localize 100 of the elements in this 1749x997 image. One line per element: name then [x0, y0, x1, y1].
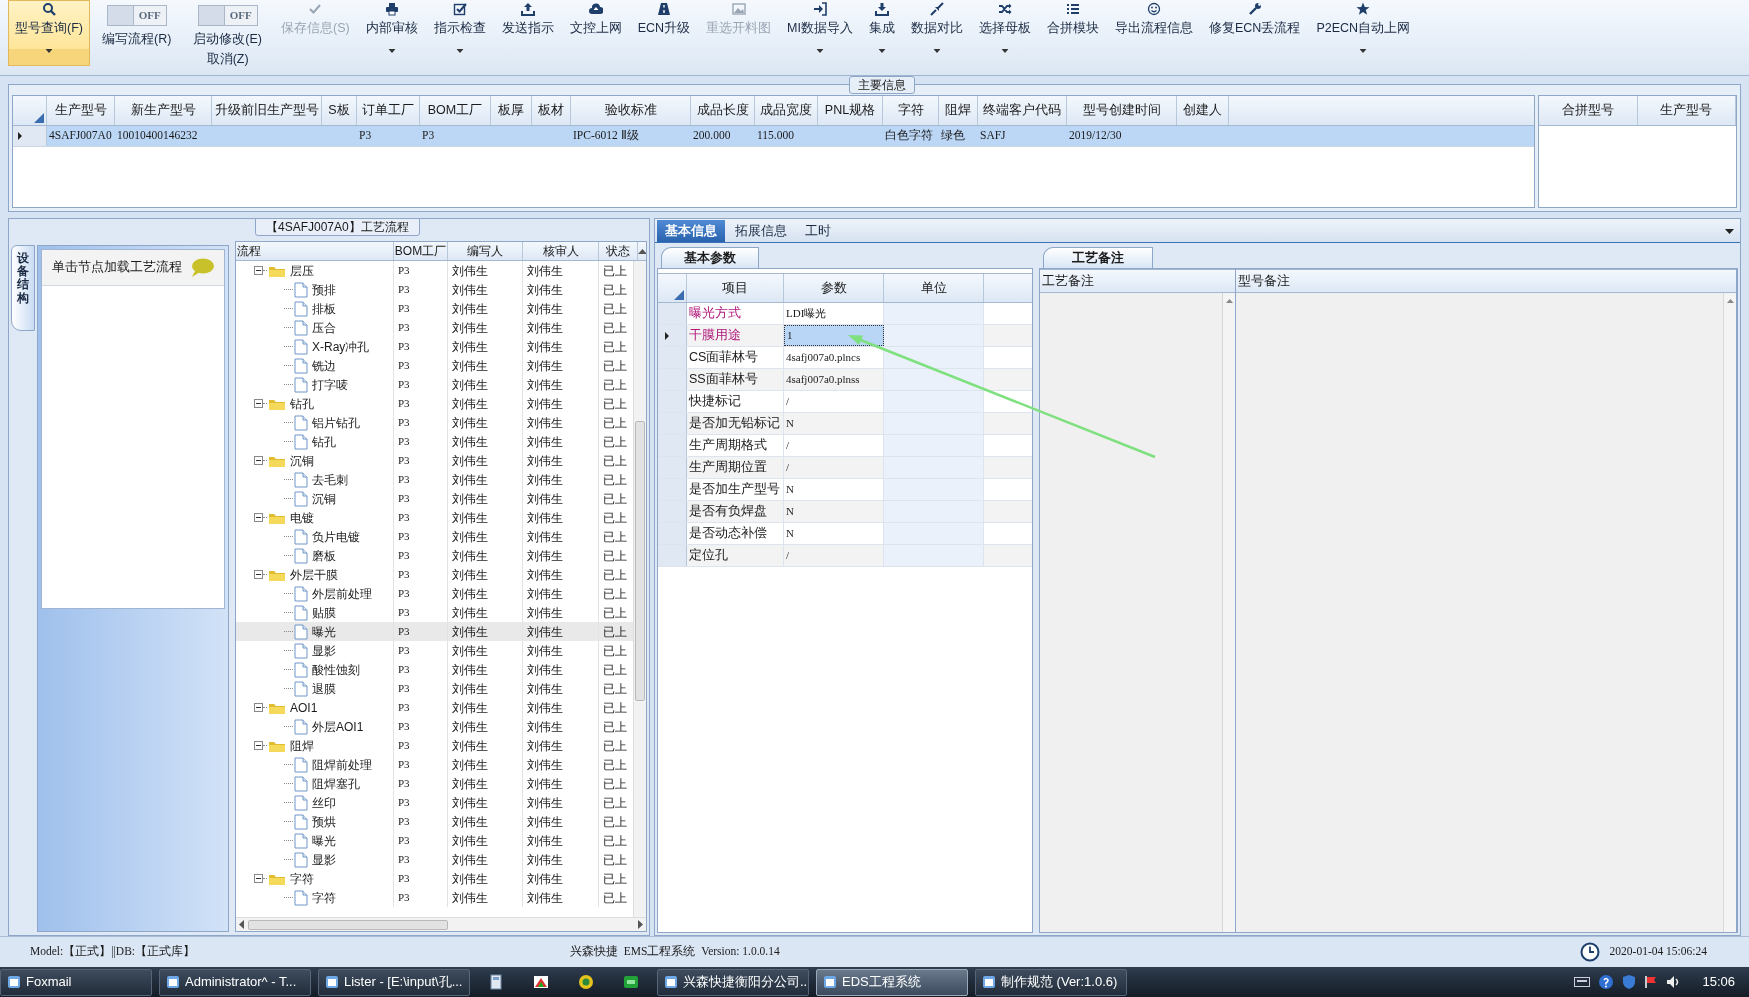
column-header[interactable]: 成品长度	[691, 96, 755, 125]
tab[interactable]: 拓展信息	[727, 220, 795, 242]
column-header[interactable]: 生产型号	[1637, 96, 1736, 125]
column-header[interactable]: 新生产型号	[115, 96, 212, 125]
panel-tab[interactable]: 基本参数	[661, 247, 759, 268]
column-header[interactable]: 验收标准	[571, 96, 691, 125]
row-header[interactable]	[658, 391, 687, 412]
toolbar-button[interactable]: 数据对比	[903, 0, 970, 66]
table-row[interactable]: CS面菲林号 4safj007a0.plncs	[658, 347, 1032, 369]
column-header[interactable]: PNL规格	[818, 96, 883, 125]
table-cell-text: 已上	[603, 623, 627, 641]
taskbar-button[interactable]: Lister - [E:\input\孔...	[318, 968, 470, 996]
column-header[interactable]: 参数	[784, 274, 884, 302]
taskbar-button[interactable]: 制作规范 (Ver:1.0.6)	[975, 968, 1127, 996]
tree-row[interactable]: 曝光 P3 刘伟生 刘伟生 已上	[236, 622, 633, 641]
table-cell-text: P3	[398, 282, 410, 298]
document-icon	[294, 338, 308, 355]
column-header[interactable]: 创建人	[1177, 96, 1229, 125]
row-header[interactable]	[658, 457, 687, 478]
table-cell-text: P3	[398, 605, 410, 621]
row-header[interactable]	[658, 479, 687, 500]
column-header[interactable]: 项目	[687, 274, 784, 302]
taskbar-button[interactable]: Foxmail	[0, 968, 152, 996]
scrollbar-thumb[interactable]	[248, 919, 448, 930]
column-header[interactable]: BOM工厂	[420, 96, 491, 125]
table-row[interactable]: 是否加生产型号 N	[658, 479, 1032, 501]
row-header[interactable]	[658, 325, 687, 346]
column-header[interactable]: 型号创建时间	[1067, 96, 1177, 125]
toolbar-button[interactable]: 指示检查	[426, 0, 493, 66]
row-header[interactable]	[658, 523, 687, 544]
column-header[interactable]: S板	[322, 96, 357, 125]
row-header[interactable]	[658, 369, 687, 390]
table-cell-text: /	[786, 548, 790, 564]
toggle-switch[interactable]: OFF	[106, 5, 167, 26]
tab[interactable]: 工时	[797, 220, 839, 242]
toolbar-button[interactable]: 型号查询(F)	[8, 0, 90, 66]
table-cell-text: 刘伟生	[452, 509, 488, 527]
document-icon	[294, 281, 308, 298]
table-cell-text: 已上	[603, 528, 627, 546]
column-header[interactable]: 板材	[532, 96, 571, 125]
column-header[interactable]: 阻焊	[939, 96, 978, 125]
table-row[interactable]: 4SAFJ007A0 10010400146232 P3 P3 IPC-6012 Ⅱ级 200.000 115.000 白色字符 绿色 SAFJ 2019/12/30	[13, 126, 1534, 147]
column-header[interactable]: 字符	[883, 96, 939, 125]
table-row[interactable]: 曝光方式 LDI曝光	[658, 303, 1032, 325]
column-header[interactable]: 板厚	[491, 96, 532, 125]
column-header[interactable]: 流程	[236, 242, 394, 260]
toolbar-button[interactable]: 选择母板	[971, 0, 1038, 66]
toolbar-button[interactable]: 修复ECN丢流程	[1201, 0, 1308, 66]
column-header[interactable]: 核审人	[523, 242, 599, 260]
toolbar-button[interactable]: 导出流程信息	[1107, 0, 1200, 66]
column-header[interactable]: 工艺备注	[1040, 269, 1235, 293]
table-row[interactable]: 生产周期格式 /	[658, 435, 1032, 457]
row-header[interactable]	[658, 435, 687, 456]
column-header[interactable]: 单位	[884, 274, 984, 302]
table-cell-text: 已上	[603, 414, 627, 432]
row-header[interactable]	[658, 347, 687, 368]
toolbar-button[interactable]: ECN升级	[630, 0, 698, 66]
column-header[interactable]: 状态	[599, 242, 638, 260]
side-tab[interactable]: 设备结构	[11, 245, 35, 331]
panel-tab[interactable]: 工艺备注	[1043, 247, 1153, 268]
toolbar-button[interactable]: MI数据导入	[780, 0, 860, 66]
column-header[interactable]: 成品宽度	[755, 96, 818, 125]
column-header[interactable]: 合拼型号	[1539, 96, 1638, 125]
table-row[interactable]: 干膜用途 1	[658, 325, 1032, 347]
row-header[interactable]	[658, 303, 687, 324]
toolbar-button[interactable]: 发送指示	[494, 0, 561, 66]
table-cell-text: 4safj007a0.plnss	[786, 372, 860, 388]
column-header[interactable]: 订单工厂	[357, 96, 420, 125]
toolbar-button[interactable]: 内部审核	[358, 0, 425, 66]
tab[interactable]: 基本信息	[657, 220, 725, 242]
taskbar-button[interactable]: 兴森快捷衡阳分公司...	[657, 968, 809, 996]
table-row[interactable]: 是否加无铅标记 N	[658, 413, 1032, 435]
table-row[interactable]: SS面菲林号 4safj007a0.plnss	[658, 369, 1032, 391]
row-header[interactable]	[658, 413, 687, 434]
column-header[interactable]: 升级前旧生产型号	[212, 96, 322, 125]
toolbar-button[interactable]: 文控上网	[562, 0, 629, 66]
taskbar-button[interactable]: EDS工程系统	[816, 968, 968, 996]
table-row[interactable]: 是否动态补偿 N	[658, 523, 1032, 545]
toggle-switch[interactable]: OFF	[197, 5, 258, 26]
table-row[interactable]: 生产周期位置 /	[658, 457, 1032, 479]
row-header[interactable]	[658, 501, 687, 522]
table-cell-text: 曝光方式	[689, 305, 741, 323]
table-row[interactable]: 定位孔 /	[658, 545, 1032, 567]
toolbar-button[interactable]: P2ECN自动上网	[1309, 0, 1418, 66]
column-header[interactable]: 终端客户代码	[978, 96, 1067, 125]
row-indicator-icon	[664, 331, 670, 340]
table-row[interactable]: 是否有负焊盘 N	[658, 501, 1032, 523]
column-header[interactable]: BOM工厂	[394, 242, 448, 260]
table-cell-text: 刘伟生	[452, 718, 488, 736]
column-header[interactable]: 型号备注	[1236, 269, 1736, 293]
toolbar-button[interactable]: 集成	[861, 0, 902, 66]
scrollbar-thumb[interactable]	[635, 421, 645, 701]
column-header[interactable]: 生产型号	[47, 96, 115, 125]
toolbar-button[interactable]: 合拼模块	[1039, 0, 1106, 66]
table-cell-text: 已上	[603, 870, 627, 888]
column-header[interactable]: 编写人	[448, 242, 523, 260]
taskbar-button[interactable]: Administrator^ - T...	[159, 968, 311, 996]
tree-node-label: 预烘	[312, 813, 336, 831]
table-row[interactable]: 快捷标记 /	[658, 391, 1032, 413]
row-header[interactable]	[658, 545, 687, 566]
